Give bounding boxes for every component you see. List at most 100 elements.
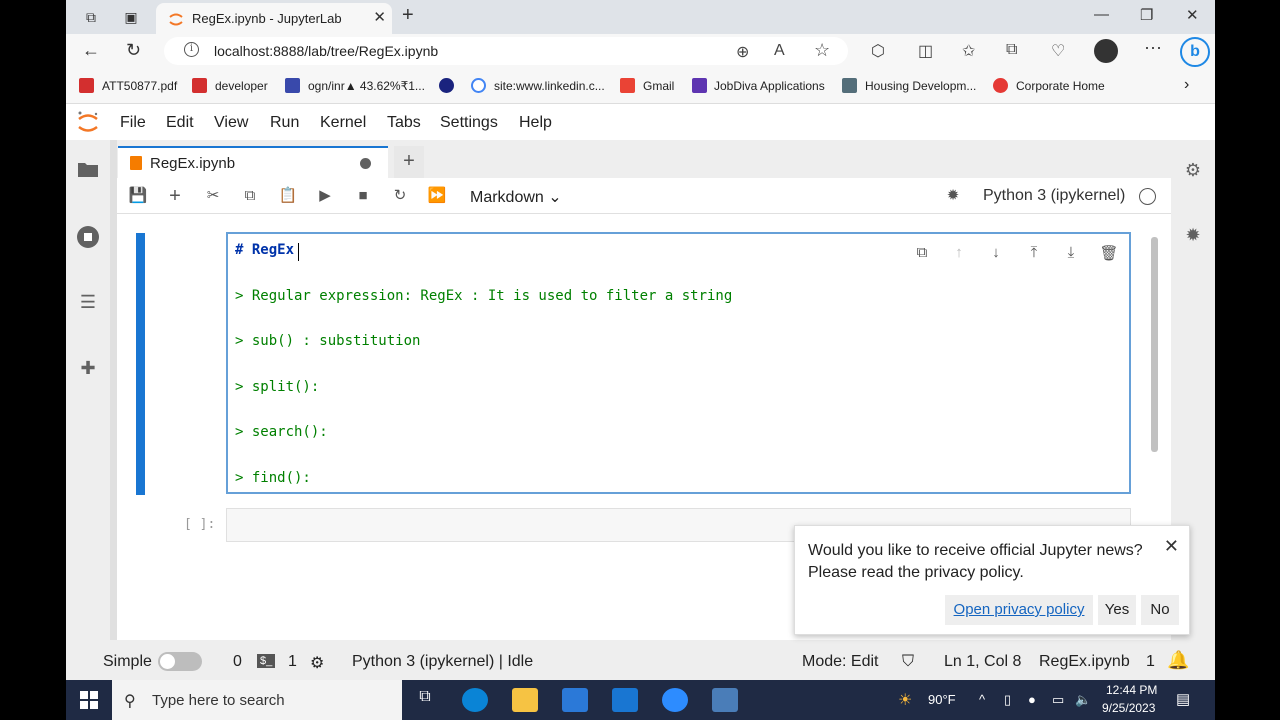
run-icon[interactable]: ▶ [315,186,335,206]
cursor-position[interactable]: Ln 1, Col 8 [944,653,1021,671]
volume-icon[interactable]: 🔈 [1075,692,1091,708]
kernel-status-text[interactable]: Python 3 (ipykernel) | Idle [352,653,533,671]
refresh-icon[interactable]: ↻ [126,40,141,61]
bookmark-item[interactable]: Housing Developm... [865,79,976,93]
bookmark-item[interactable]: Corporate Home [1016,79,1105,93]
unsaved-dot-icon[interactable] [360,158,371,169]
insert-below-icon[interactable]: ⤓ [1061,244,1081,264]
bookmark-item[interactable]: ogn/inr▲ 43.62%₹1... [308,79,425,93]
cut-icon[interactable]: ✂ [203,186,223,206]
duplicate-cell-icon[interactable]: ⧉ [912,244,932,264]
kernels-count[interactable]: 1 [288,653,297,671]
tray-device-icon[interactable]: ▯ [1004,692,1011,708]
gear-badge-icon[interactable] [439,78,454,93]
delete-cell-icon[interactable]: 🗑 [1099,244,1119,264]
weather-temp[interactable]: 90°F [928,692,956,707]
bookmark-item[interactable]: ATT50877.pdf [102,79,177,93]
menu-run[interactable]: Run [270,114,299,132]
maximize-icon[interactable]: ❐ [1140,6,1153,24]
kernel-name-button[interactable]: Python 3 (ipykernel) [983,187,1125,205]
new-tab-button[interactable]: + [402,4,414,27]
clock-date[interactable]: 9/25/2023 [1102,701,1155,715]
tray-chevron-icon[interactable]: ^ [979,692,985,707]
new-launcher-button[interactable]: + [394,146,424,178]
task-view-icon[interactable]: ⧉ [412,688,438,712]
tab-actions-icon[interactable]: ▣ [120,6,142,28]
folder-icon[interactable] [76,160,100,184]
network-icon[interactable]: ▭ [1052,692,1064,708]
taskbar-search[interactable]: ⚲ Type here to search [112,680,402,720]
bookmark-item[interactable]: site:www.linkedin.c... [494,79,605,93]
open-privacy-policy-button[interactable]: Open privacy policy [945,595,1093,625]
notification-count[interactable]: 1 [1146,653,1155,671]
trusted-shield-icon[interactable]: ⛉ [902,653,914,671]
insert-cell-icon[interactable]: + [165,186,185,206]
windows-start-icon[interactable] [80,691,98,709]
table-of-contents-icon[interactable]: ☰ [76,292,100,316]
more-menu-icon[interactable]: ⋯ [1144,38,1162,59]
menu-help[interactable]: Help [519,114,552,132]
restart-icon[interactable]: ↻ [390,186,410,206]
close-notification-icon[interactable]: ✕ [1164,536,1179,557]
move-up-icon[interactable]: ↑ [949,244,969,264]
extensions-icon[interactable]: ⬡ [871,41,885,61]
performance-icon[interactable]: ♡ [1051,41,1065,61]
mail-icon[interactable] [612,688,638,712]
chevron-right-icon[interactable]: › [1184,76,1189,94]
edge-taskbar-icon[interactable] [462,688,488,712]
close-window-icon[interactable]: ✕ [1186,6,1199,24]
python-app-icon[interactable] [712,688,738,712]
move-down-icon[interactable]: ↓ [986,244,1006,264]
close-tab-icon[interactable]: ✕ [373,8,386,26]
back-icon[interactable]: ← [82,40,100,61]
read-aloud-icon[interactable]: A [774,42,785,60]
bing-icon[interactable]: b [1180,37,1210,67]
zoom-icon[interactable]: ⊕ [736,42,749,62]
split-screen-icon[interactable]: ◫ [918,41,933,61]
microphone-icon[interactable]: ● [1028,692,1036,707]
url-bar[interactable]: i localhost:8888/lab/tree/RegEx.ipynb ⊕ … [164,37,848,65]
favorite-star-icon[interactable]: ☆ [814,40,830,61]
stop-icon[interactable]: ■ [353,186,373,206]
menu-kernel[interactable]: Kernel [320,114,366,132]
yes-button[interactable]: Yes [1098,595,1136,625]
site-info-icon[interactable]: i [184,42,199,57]
profile-avatar[interactable] [1094,39,1118,63]
bookmark-item[interactable]: developer [215,79,268,93]
tab-regex-notebook[interactable]: RegEx.ipynb [118,146,388,178]
extensions-puzzle-icon[interactable]: ✚ [76,358,100,382]
menu-view[interactable]: View [214,114,248,132]
workspaces-icon[interactable]: ⧉ [80,6,102,28]
menu-tabs[interactable]: Tabs [387,114,421,132]
terminals-count[interactable]: 0 [233,653,242,671]
markdown-cell-editor[interactable]: # RegEx > Regular expression: RegEx : It… [226,232,1131,494]
action-center-icon[interactable]: ▤ [1176,690,1190,708]
menu-file[interactable]: File [120,114,146,132]
no-button[interactable]: No [1141,595,1179,625]
insert-above-icon[interactable]: ⤒ [1024,244,1044,264]
browser-tab[interactable]: RegEx.ipynb - JupyterLab ✕ [156,3,392,34]
debugger-icon[interactable]: ✹ [943,186,963,206]
file-explorer-icon[interactable] [512,688,538,712]
clock-time[interactable]: 12:44 PM [1106,683,1157,697]
copy-icon[interactable]: ⧉ [240,186,260,206]
active-cell-indicator[interactable] [136,233,145,495]
collections-icon[interactable]: ⧉ [1006,41,1017,59]
paste-icon[interactable]: 📋 [278,186,298,206]
zoom-app-icon[interactable] [662,688,688,712]
favorites-icon[interactable]: ✩ [962,41,975,61]
minimize-icon[interactable]: — [1094,6,1109,23]
scrollbar[interactable] [1151,237,1158,452]
menu-edit[interactable]: Edit [166,114,194,132]
running-icon[interactable] [76,225,100,249]
cell-type-select[interactable]: Markdown ⌄ [470,187,562,207]
debugger-bug-icon[interactable]: ✹ [1181,225,1205,249]
save-icon[interactable]: 💾 [128,186,148,206]
bookmark-item[interactable]: JobDiva Applications [714,79,825,93]
simple-mode-toggle[interactable] [158,652,202,671]
bell-icon[interactable]: 🔔 [1167,650,1189,671]
property-inspector-gear-icon[interactable]: ⚙ [1181,160,1205,184]
menu-settings[interactable]: Settings [440,114,498,132]
store-icon[interactable] [562,688,588,712]
bookmark-item[interactable]: Gmail [643,79,674,93]
